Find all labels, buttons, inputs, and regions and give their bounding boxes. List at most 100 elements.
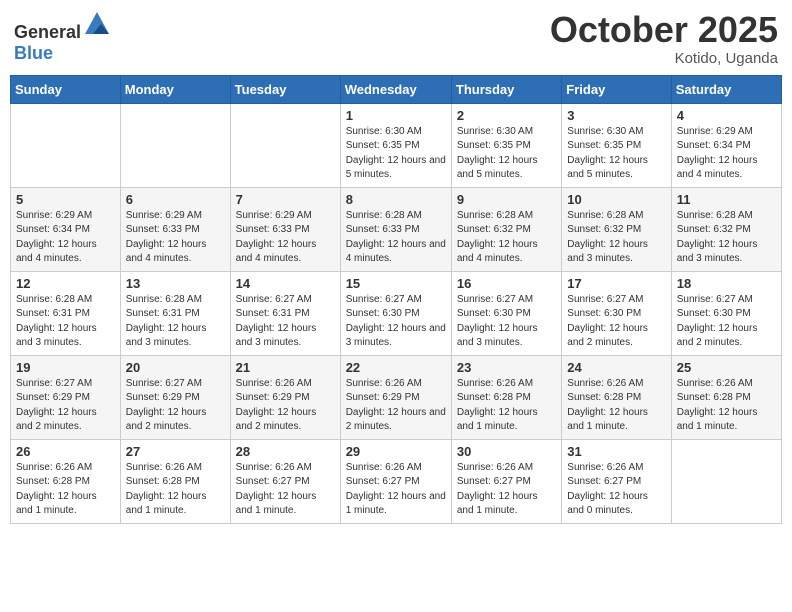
weekday-header-wednesday: Wednesday (340, 75, 451, 103)
calendar-cell: 11Sunrise: 6:28 AM Sunset: 6:32 PM Dayli… (671, 187, 781, 271)
weekday-header-saturday: Saturday (671, 75, 781, 103)
calendar-cell: 30 Sunrise: 6:26 AM Sunset: 6:27 PM Dayli… (451, 439, 561, 523)
calendar-cell: 25Sunrise: 6:26 AM Sunset: 6:28 PM Dayli… (671, 355, 781, 439)
day-info: Sunrise: 6:29 AM Sunset: 6:34 PM Dayligh… (677, 125, 776, 183)
calendar-cell: 6 Sunrise: 6:29 AM Sunset: 6:33 PM Daylig… (120, 187, 230, 271)
day-number: 13 (126, 276, 225, 291)
calendar-week-row: 26 Sunrise: 6:26 AM Sunset: 6:28 PM Dayli… (11, 439, 782, 523)
day-number: 2 (457, 108, 556, 123)
page-header: General Blue October 2025 Kotido, Uganda (10, 10, 782, 67)
weekday-header-monday: Monday (120, 75, 230, 103)
calendar-cell (11, 103, 121, 187)
day-number: 29 (346, 444, 446, 459)
day-info: Sunrise: 6:30 AM Sunset: 6:35 PM Dayligh… (457, 125, 556, 183)
calendar-cell: 28Sunrise: 6:26 AM Sunset: 6:27 PM Dayli… (230, 439, 340, 523)
day-info: Sunrise: 6:26 AM Sunset: 6:27 PM Dayligh… (567, 461, 665, 519)
day-number: 26 (16, 444, 115, 459)
day-info: Sunrise: 6:29 AM Sunset: 6:34 PM Dayligh… (16, 209, 115, 267)
day-info: Sunrise: 6:26 AM Sunset: 6:28 PM Dayligh… (567, 377, 665, 435)
day-number: 15 (346, 276, 446, 291)
day-info: Sunrise: 6:26 AM Sunset: 6:27 PM Dayligh… (457, 461, 556, 519)
title-block: October 2025 Kotido, Uganda (550, 10, 778, 67)
day-info: Sunrise: 6:30 AM Sunset: 6:35 PM Dayligh… (567, 125, 665, 183)
day-info: Sunrise: 6:30 AM Sunset: 6:35 PM Dayligh… (346, 125, 446, 183)
day-info: Sunrise: 6:26 AM Sunset: 6:28 PM Dayligh… (457, 377, 556, 435)
calendar-table: SundayMondayTuesdayWednesdayThursdayFrid… (10, 75, 782, 524)
logo-general: General (14, 22, 81, 42)
day-info: Sunrise: 6:29 AM Sunset: 6:33 PM Dayligh… (236, 209, 335, 267)
weekday-header-sunday: Sunday (11, 75, 121, 103)
day-info: Sunrise: 6:26 AM Sunset: 6:27 PM Dayligh… (346, 461, 446, 519)
day-number: 30 (457, 444, 556, 459)
calendar-week-row: 12Sunrise: 6:28 AM Sunset: 6:31 PM Dayli… (11, 271, 782, 355)
day-number: 23 (457, 360, 556, 375)
calendar-week-row: 1Sunrise: 6:30 AM Sunset: 6:35 PM Daylig… (11, 103, 782, 187)
day-number: 19 (16, 360, 115, 375)
calendar-cell: 4 Sunrise: 6:29 AM Sunset: 6:34 PM Daylig… (671, 103, 781, 187)
day-info: Sunrise: 6:28 AM Sunset: 6:31 PM Dayligh… (16, 293, 115, 351)
calendar-cell: 15Sunrise: 6:27 AM Sunset: 6:30 PM Dayli… (340, 271, 451, 355)
day-info: Sunrise: 6:28 AM Sunset: 6:32 PM Dayligh… (457, 209, 556, 267)
day-number: 9 (457, 192, 556, 207)
day-info: Sunrise: 6:26 AM Sunset: 6:28 PM Dayligh… (16, 461, 115, 519)
day-number: 22 (346, 360, 446, 375)
day-number: 3 (567, 108, 665, 123)
weekday-header-tuesday: Tuesday (230, 75, 340, 103)
calendar-cell: 13 Sunrise: 6:28 AM Sunset: 6:31 PM Dayli… (120, 271, 230, 355)
calendar-cell: 17 Sunrise: 6:27 AM Sunset: 6:30 PM Dayli… (562, 271, 671, 355)
calendar-cell: 1Sunrise: 6:30 AM Sunset: 6:35 PM Daylig… (340, 103, 451, 187)
weekday-header-row: SundayMondayTuesdayWednesdayThursdayFrid… (11, 75, 782, 103)
calendar-cell: 20 Sunrise: 6:27 AM Sunset: 6:29 PM Dayli… (120, 355, 230, 439)
day-info: Sunrise: 6:27 AM Sunset: 6:31 PM Dayligh… (236, 293, 335, 351)
calendar-cell: 3 Sunrise: 6:30 AM Sunset: 6:35 PM Daylig… (562, 103, 671, 187)
day-number: 6 (126, 192, 225, 207)
day-info: Sunrise: 6:26 AM Sunset: 6:27 PM Dayligh… (236, 461, 335, 519)
day-info: Sunrise: 6:29 AM Sunset: 6:33 PM Dayligh… (126, 209, 225, 267)
calendar-cell: 24Sunrise: 6:26 AM Sunset: 6:28 PM Dayli… (562, 355, 671, 439)
day-number: 8 (346, 192, 446, 207)
calendar-cell: 10 Sunrise: 6:28 AM Sunset: 6:32 PM Dayli… (562, 187, 671, 271)
day-info: Sunrise: 6:28 AM Sunset: 6:31 PM Dayligh… (126, 293, 225, 351)
day-info: Sunrise: 6:27 AM Sunset: 6:29 PM Dayligh… (126, 377, 225, 435)
calendar-cell: 26 Sunrise: 6:26 AM Sunset: 6:28 PM Dayli… (11, 439, 121, 523)
day-number: 4 (677, 108, 776, 123)
month-title: October 2025 (550, 10, 778, 50)
day-number: 14 (236, 276, 335, 291)
day-info: Sunrise: 6:27 AM Sunset: 6:30 PM Dayligh… (457, 293, 556, 351)
calendar-cell: 14 Sunrise: 6:27 AM Sunset: 6:31 PM Dayli… (230, 271, 340, 355)
day-number: 7 (236, 192, 335, 207)
day-number: 17 (567, 276, 665, 291)
calendar-cell (230, 103, 340, 187)
day-number: 16 (457, 276, 556, 291)
day-number: 21 (236, 360, 335, 375)
day-number: 27 (126, 444, 225, 459)
day-info: Sunrise: 6:28 AM Sunset: 6:33 PM Dayligh… (346, 209, 446, 267)
day-number: 25 (677, 360, 776, 375)
day-number: 10 (567, 192, 665, 207)
calendar-cell: 23 Sunrise: 6:26 AM Sunset: 6:28 PM Dayli… (451, 355, 561, 439)
calendar-cell: 29 Sunrise: 6:26 AM Sunset: 6:27 PM Dayli… (340, 439, 451, 523)
calendar-cell: 5Sunrise: 6:29 AM Sunset: 6:34 PM Daylig… (11, 187, 121, 271)
location: Kotido, Uganda (550, 50, 778, 67)
calendar-cell: 31 Sunrise: 6:26 AM Sunset: 6:27 PM Dayli… (562, 439, 671, 523)
calendar-week-row: 5Sunrise: 6:29 AM Sunset: 6:34 PM Daylig… (11, 187, 782, 271)
calendar-cell: 27Sunrise: 6:26 AM Sunset: 6:28 PM Dayli… (120, 439, 230, 523)
logo-blue: Blue (14, 43, 53, 63)
calendar-cell: 12Sunrise: 6:28 AM Sunset: 6:31 PM Dayli… (11, 271, 121, 355)
calendar-cell: 21Sunrise: 6:26 AM Sunset: 6:29 PM Dayli… (230, 355, 340, 439)
day-number: 18 (677, 276, 776, 291)
calendar-cell: 8 Sunrise: 6:28 AM Sunset: 6:33 PM Daylig… (340, 187, 451, 271)
day-number: 20 (126, 360, 225, 375)
calendar-cell: 9 Sunrise: 6:28 AM Sunset: 6:32 PM Daylig… (451, 187, 561, 271)
calendar-cell (120, 103, 230, 187)
day-info: Sunrise: 6:27 AM Sunset: 6:30 PM Dayligh… (567, 293, 665, 351)
day-info: Sunrise: 6:28 AM Sunset: 6:32 PM Dayligh… (677, 209, 776, 267)
logo-icon (83, 10, 111, 38)
day-number: 31 (567, 444, 665, 459)
calendar-cell: 2 Sunrise: 6:30 AM Sunset: 6:35 PM Daylig… (451, 103, 561, 187)
calendar-cell: 22 Sunrise: 6:26 AM Sunset: 6:29 PM Dayli… (340, 355, 451, 439)
day-info: Sunrise: 6:26 AM Sunset: 6:29 PM Dayligh… (346, 377, 446, 435)
day-info: Sunrise: 6:28 AM Sunset: 6:32 PM Dayligh… (567, 209, 665, 267)
calendar-cell: 18Sunrise: 6:27 AM Sunset: 6:30 PM Dayli… (671, 271, 781, 355)
calendar-cell: 16 Sunrise: 6:27 AM Sunset: 6:30 PM Dayli… (451, 271, 561, 355)
